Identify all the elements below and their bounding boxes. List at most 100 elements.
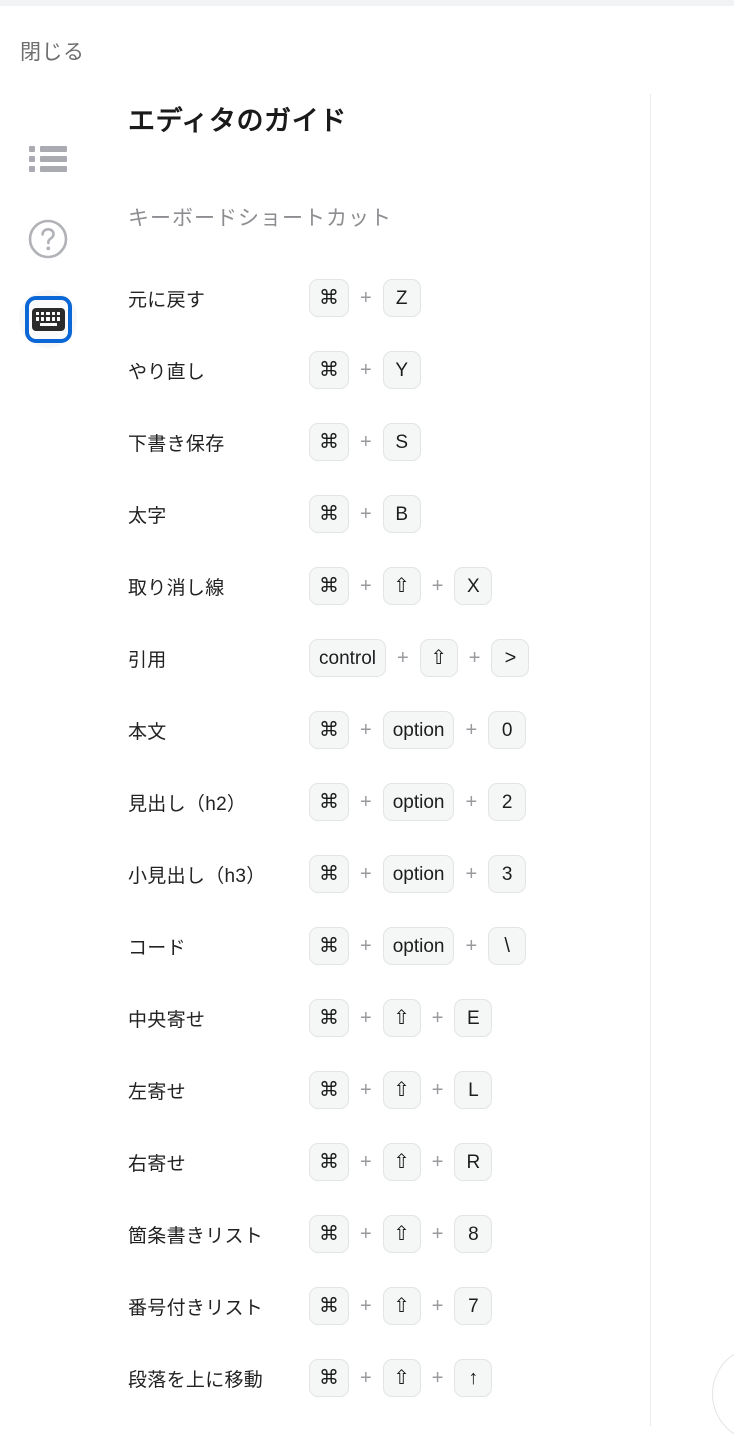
key-cap: 2 (488, 783, 527, 821)
key-cap: ⇧ (382, 1215, 421, 1253)
shortcut-row: 本文 ⌘ + option +0 (128, 694, 633, 766)
key-separator-plus: + (360, 359, 372, 381)
key-cap: Z (382, 279, 421, 317)
list-icon (29, 146, 67, 172)
key-cap: option (382, 855, 455, 893)
key-separator-plus: + (431, 1151, 444, 1173)
shortcut-keys: ⌘ + option + \ (309, 927, 633, 965)
key-cap: ⌘ (309, 279, 349, 317)
shortcut-row: やり直し ⌘ + Y (128, 334, 633, 406)
key-cap: \ (488, 927, 527, 965)
key-cap: ⇧ (382, 1143, 421, 1181)
key-cap: B (382, 495, 421, 533)
shortcut-keys: ⌘ + ⇧ + E (309, 999, 633, 1037)
guide-panel: エディタのガイド キーボードショートカット 元に戻す ⌘ + Z やり直し ⌘ + Y 下書き保… (128, 100, 633, 1414)
shortcut-label: 段落を上に移動 (128, 1369, 264, 1391)
key-separator-plus: + (360, 1367, 372, 1389)
key-cap: ⌘ (309, 783, 349, 821)
shortcut-label: 元に戻す (128, 289, 206, 311)
shortcut-label: 引用 (128, 649, 167, 671)
floating-action-button[interactable] (712, 1346, 734, 1442)
shortcut-row: 引用 control + ⇧ + > (128, 622, 633, 694)
key-cap: ⌘ (309, 1071, 349, 1109)
key-cap: ⌘ (309, 711, 349, 749)
key-cap: ⇧ (419, 639, 458, 677)
key-cap: ⌘ (309, 999, 349, 1037)
key-cap: R (454, 1143, 493, 1181)
key-cap: option (382, 783, 455, 821)
shortcut-row: 小見出し（h3） ⌘ + option +3 (128, 838, 633, 910)
key-separator-plus: + (360, 1151, 372, 1173)
key-cap: 7 (454, 1287, 493, 1325)
shortcut-row: 下書き保存 ⌘ + S (128, 406, 633, 478)
shortcut-label: 番号付きリスト (128, 1297, 264, 1319)
shortcut-keys: ⌘ + Z (309, 279, 633, 317)
key-cap: control (309, 639, 387, 677)
key-separator-plus: + (360, 791, 372, 813)
key-separator-plus: + (431, 1007, 444, 1029)
key-separator-plus: + (468, 647, 481, 669)
panel-divider (650, 94, 651, 1426)
key-cap: 3 (488, 855, 527, 893)
key-cap: ⇧ (382, 1071, 421, 1109)
key-separator-plus: + (360, 1295, 372, 1317)
sidebar-item-list-view[interactable] (19, 130, 77, 188)
close-button[interactable]: 閉じる (20, 38, 85, 68)
shortcut-keys: ⌘ + ⇧ +8 (309, 1215, 633, 1253)
shortcut-keys: ⌘ + option +0 (309, 711, 633, 749)
key-separator-plus: + (431, 1295, 444, 1317)
shortcut-row: 箇条書きリスト ⌘ + ⇧ +8 (128, 1198, 633, 1270)
shortcut-keys: control + ⇧ + > (309, 639, 633, 677)
shortcut-label: 中央寄せ (128, 1009, 206, 1031)
shortcut-keys: ⌘ + ⇧ + X (309, 567, 633, 605)
shortcut-label: 太字 (128, 505, 167, 527)
key-cap: ⌘ (309, 567, 349, 605)
key-separator-plus: + (360, 935, 372, 957)
key-cap: option (382, 927, 455, 965)
key-separator-plus: + (465, 791, 478, 813)
key-cap: ⇧ (382, 1359, 421, 1397)
key-cap: ⌘ (309, 1287, 349, 1325)
key-cap: 8 (454, 1215, 493, 1253)
shortcut-row: 元に戻す ⌘ + Z (128, 262, 633, 334)
key-separator-plus: + (431, 1367, 444, 1389)
keyboard-icon (24, 295, 72, 343)
key-cap: ⇧ (382, 567, 421, 605)
key-cap: ⌘ (309, 495, 349, 533)
key-separator-plus: + (431, 575, 444, 597)
shortcut-label: やり直し (128, 361, 206, 383)
shortcut-keys: ⌘ + ⇧ +7 (309, 1287, 633, 1325)
key-cap: ⇧ (382, 999, 421, 1037)
shortcut-keys: ⌘ + ⇧ + ↑ (309, 1359, 633, 1397)
shortcut-keys: ⌘ + B (309, 495, 633, 533)
key-separator-plus: + (465, 863, 478, 885)
key-cap: ⇧ (382, 1287, 421, 1325)
icon-rail (0, 130, 96, 348)
shortcut-row: 段落を上に移動 ⌘ + ⇧ + ↑ (128, 1342, 633, 1414)
shortcut-row: 見出し（h2） ⌘ + option +2 (128, 766, 633, 838)
shortcut-keys: ⌘ + option +3 (309, 855, 633, 893)
key-separator-plus: + (397, 647, 409, 669)
shortcut-label: 左寄せ (128, 1081, 186, 1103)
shortcut-keys: ⌘ + option +2 (309, 783, 633, 821)
shortcut-row: コード ⌘ + option + \ (128, 910, 633, 982)
key-cap: E (454, 999, 493, 1037)
key-separator-plus: + (360, 431, 372, 453)
shortcut-row: 取り消し線 ⌘ + ⇧ + X (128, 550, 633, 622)
key-separator-plus: + (360, 287, 372, 309)
key-cap: ⌘ (309, 423, 349, 461)
key-separator-plus: + (431, 1079, 444, 1101)
section-heading-keyboard-shortcuts: キーボードショートカット (128, 207, 392, 230)
page-title: エディタのガイド (128, 106, 347, 136)
key-cap: ⌘ (309, 927, 349, 965)
shortcut-row: 右寄せ ⌘ + ⇧ + R (128, 1126, 633, 1198)
shortcut-row: 中央寄せ ⌘ + ⇧ + E (128, 982, 633, 1054)
shortcut-label: 見出し（h2） (128, 793, 247, 815)
key-separator-plus: + (360, 1079, 372, 1101)
shortcut-row: 番号付きリスト ⌘ + ⇧ +7 (128, 1270, 633, 1342)
shortcut-list: 元に戻す ⌘ + Z やり直し ⌘ + Y 下書き保存 ⌘ + S 太字 ⌘ + B 取り消し線 ⌘ + ⇧ + X 引用 c… (128, 262, 633, 1414)
key-separator-plus: + (360, 863, 372, 885)
sidebar-item-help[interactable] (19, 210, 77, 268)
sidebar-item-keyboard-shortcuts[interactable] (19, 290, 77, 348)
shortcut-label: コード (128, 937, 186, 959)
